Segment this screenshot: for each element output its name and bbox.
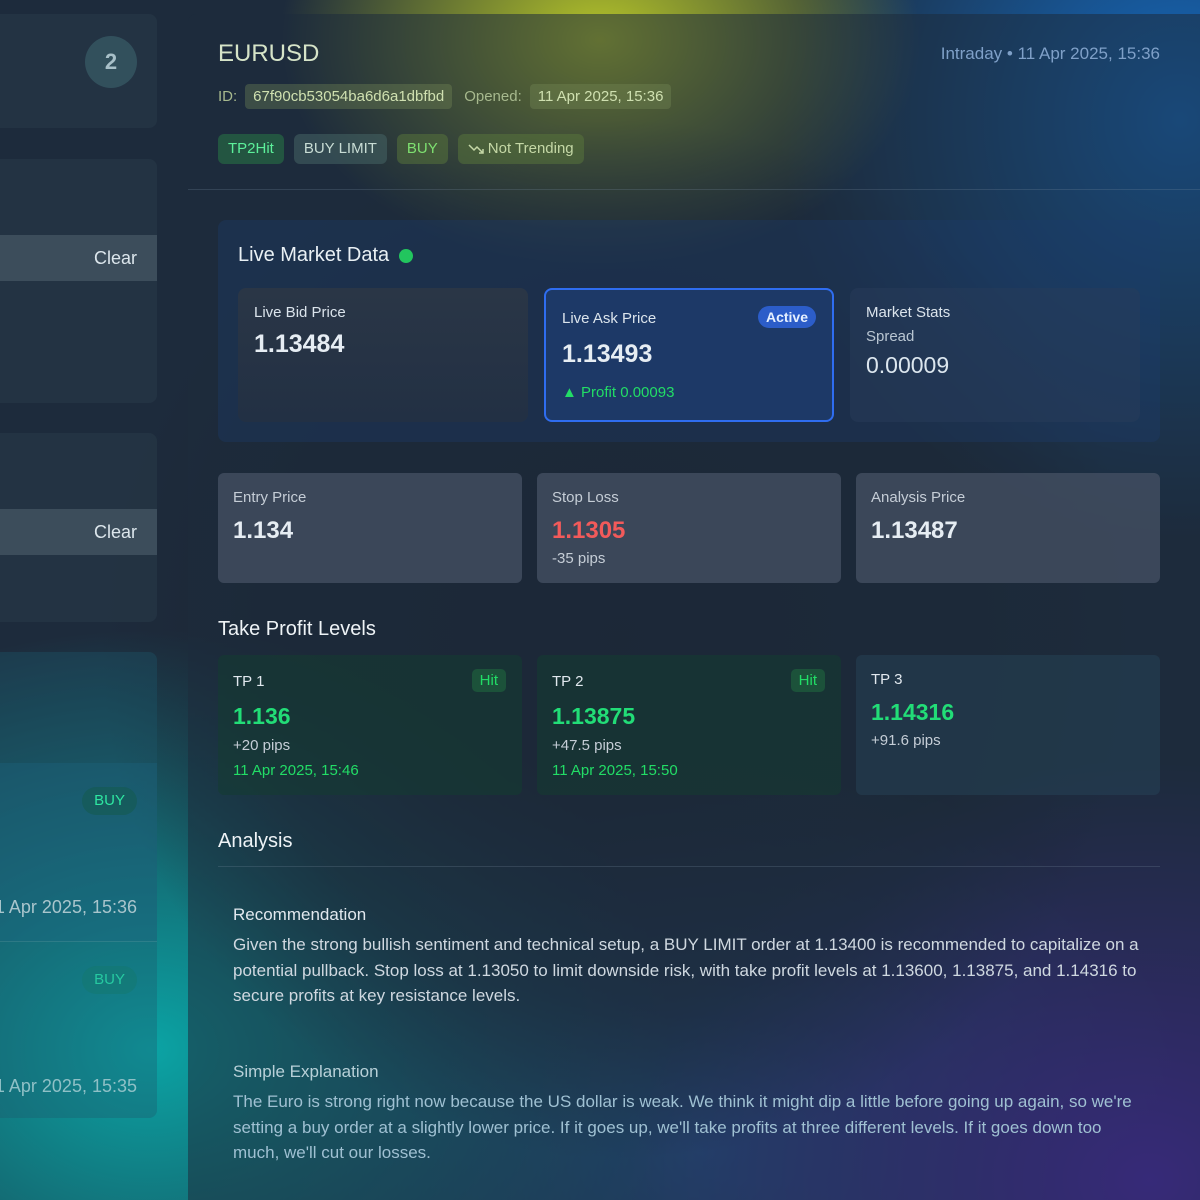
entry-value: 1.134 [233, 517, 294, 544]
simple-explanation-text: The Euro is strong right now because the… [233, 1092, 1132, 1162]
sl-value: 1.1305 [552, 517, 626, 544]
bid-value: 1.13484 [254, 330, 345, 358]
live-ask-card: Live Ask Price Active 1.13493 ▲ Profit 0… [544, 288, 834, 422]
active-badge: Active [757, 306, 816, 328]
tp-label: TP 3 [871, 671, 903, 688]
order-type-tag: BUY LIMIT [293, 134, 387, 164]
id-label: ID: [218, 88, 238, 105]
recommendation-text: Given the strong bullish sentiment and t… [233, 935, 1139, 1005]
entry-price-card: Entry Price 1.134 [218, 473, 522, 583]
profit-indicator: ▲ Profit 0.00093 [562, 384, 675, 401]
tp1-card: TP 1 Hit 1.136 +20 pips 11 Apr 2025, 15:… [218, 655, 522, 795]
side-badge: BUY [82, 966, 137, 994]
signal-detail-panel: EURUSD Intraday • 11 Apr 2025, 15:36 ID:… [188, 14, 1200, 1200]
tp2-card: TP 2 Hit 1.13875 +47.5 pips 11 Apr 2025,… [537, 655, 841, 795]
list-item[interactable]: BUY 11 Apr 2025, 15:35 [0, 941, 157, 1118]
trend-tag-label: Not Trending [487, 140, 574, 157]
sl-pips: -35 pips [552, 550, 606, 567]
live-market-heading: Live Market Data [238, 244, 390, 266]
analysis-price-label: Analysis Price [871, 489, 966, 506]
tp-hit-date: 11 Apr 2025, 15:50 [552, 762, 678, 779]
recommendation-heading: Recommendation [233, 905, 367, 924]
filter-card-1: Clear [0, 159, 157, 403]
tp-label: TP 2 [552, 673, 584, 690]
hit-badge: Hit [790, 669, 825, 692]
spread-label: Spread [866, 328, 915, 345]
tp-status-tag: TP2Hit [218, 134, 284, 164]
list-item-date: 11 Apr 2025, 15:36 [0, 897, 137, 917]
tp-pips: +47.5 pips [552, 737, 622, 754]
bid-label: Live Bid Price [254, 304, 346, 321]
trend-down-icon [468, 144, 484, 154]
signal-list-card: BUY 11 Apr 2025, 15:36 BUY 11 Apr 2025, … [0, 652, 157, 1118]
trend-tag: Not Trending [457, 134, 584, 164]
list-header-card: 2 [0, 14, 157, 128]
entry-label: Entry Price [233, 489, 307, 506]
tp3-card: TP 3 1.14316 +91.6 pips [856, 655, 1160, 795]
take-profit-title: Take Profit Levels [218, 618, 376, 640]
simple-explanation-heading: Simple Explanation [233, 1062, 379, 1081]
live-market-title: Live Market Data [238, 244, 414, 267]
tp-pips: +20 pips [233, 737, 291, 754]
spread-value: 0.00009 [866, 352, 950, 378]
tp-price: 1.136 [233, 703, 291, 729]
timeframe-info: Intraday • 11 Apr 2025, 15:36 [940, 44, 1160, 63]
live-bid-card: Live Bid Price 1.13484 [238, 288, 528, 422]
tp-price: 1.14316 [871, 699, 955, 725]
direction-tag: BUY [396, 134, 448, 164]
opened-label: Opened: [464, 88, 522, 105]
list-item[interactable]: BUY 11 Apr 2025, 15:36 [0, 763, 157, 941]
ask-value: 1.13493 [562, 340, 653, 368]
filter-card-2: Clear [0, 433, 157, 622]
clear-filter-button-2[interactable]: Clear [0, 509, 157, 555]
live-market-section: Live Market Data Live Bid Price 1.13484 … [218, 220, 1160, 442]
tp-label: TP 1 [233, 673, 265, 690]
tp-price: 1.13875 [552, 703, 636, 729]
pair-title: EURUSD [218, 40, 320, 67]
id-value: 67f90cb53054ba6d6a1dbfbd [245, 84, 453, 109]
tp-hit-date: 11 Apr 2025, 15:46 [233, 762, 359, 779]
live-status-dot [399, 248, 414, 263]
signal-meta: ID: 67f90cb53054ba6d6a1dbfbd Opened: 11 … [218, 84, 672, 109]
signal-header: EURUSD Intraday • 11 Apr 2025, 15:36 ID:… [188, 14, 1200, 190]
analysis-price-card: Analysis Price 1.13487 [856, 473, 1160, 583]
stats-label: Market Stats [866, 304, 951, 321]
analysis-divider [218, 866, 1160, 867]
tp-pips: +91.6 pips [871, 732, 941, 749]
signal-count-badge: 2 [85, 36, 137, 88]
analysis-title: Analysis [218, 830, 293, 852]
sl-label: Stop Loss [552, 489, 619, 506]
ask-label: Live Ask Price [562, 310, 657, 327]
hit-badge: Hit [471, 669, 506, 692]
stop-loss-card: Stop Loss 1.1305 -35 pips [537, 473, 841, 583]
side-badge: BUY [82, 787, 137, 815]
list-item-date: 11 Apr 2025, 15:35 [0, 1076, 137, 1096]
clear-filter-button-1[interactable]: Clear [0, 235, 157, 281]
opened-value: 11 Apr 2025, 15:36 [529, 84, 672, 109]
analysis-price-value: 1.13487 [871, 517, 958, 544]
signal-list-sidebar: 2 Clear Clear BUY 11 Apr 2025, 15:36 BUY… [0, 0, 158, 1200]
status-tags: TP2Hit BUY LIMIT BUY Not Trending [218, 134, 584, 164]
market-stats-card: Market Stats Spread 0.00009 [850, 288, 1140, 422]
